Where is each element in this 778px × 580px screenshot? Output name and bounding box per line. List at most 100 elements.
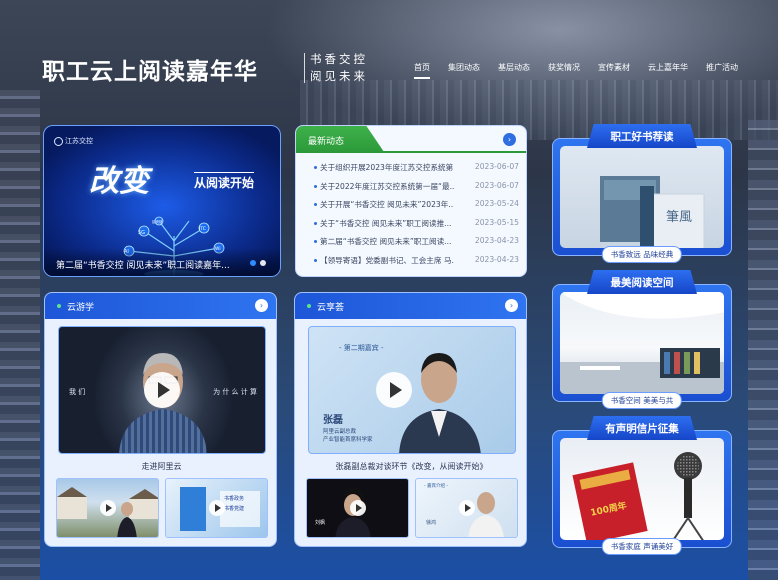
- recommended-books-card[interactable]: 职工好书荐读 筆風 书香致远 品味经典: [552, 124, 732, 264]
- recommended-books-body: 筆風: [552, 138, 732, 256]
- latest-news-panel: 最新动态 › 关于组织开展2023年度江苏交控系统第... 2023-06-07 …: [295, 125, 527, 277]
- news-divider: [296, 151, 526, 153]
- slogan-line-2: 阅见未来: [310, 69, 368, 83]
- carousel-subtitle: 从阅读开始: [194, 172, 255, 191]
- nav-item-carnival[interactable]: 云上嘉年华: [639, 62, 697, 79]
- nav-item-materials[interactable]: 宣传素材: [589, 62, 639, 79]
- play-icon[interactable]: [208, 500, 225, 516]
- video-right-text: 为 什 么 计 算: [213, 388, 257, 396]
- play-icon[interactable]: [376, 372, 412, 408]
- nav-item-awards[interactable]: 获奖情况: [539, 62, 589, 79]
- book-cover-text: 筆風: [666, 210, 693, 225]
- news-list: 关于组织开展2023年度江苏交控系统第... 2023-06-07 关于2022年…: [314, 162, 519, 273]
- yunxianghui-caption[interactable]: 张磊副总裁对谈环节《改变，从阅读开始》: [295, 461, 526, 472]
- carousel-org-label: 江苏交控: [65, 137, 93, 145]
- audio-postcard-caption: 书香家庭 声诵美好: [601, 538, 683, 555]
- news-item[interactable]: 关于开展“书香交控 阅见未来”2023年... 2023-05-24: [314, 199, 519, 218]
- news-date: 2023-06-07: [474, 180, 519, 190]
- thumb-guest-tag: - 嘉宾介绍 -: [424, 484, 449, 489]
- org-seal-icon: [54, 136, 63, 146]
- recommended-books-caption: 书香致远 品味经典: [601, 246, 683, 263]
- news-date: 2023-06-07: [474, 162, 519, 171]
- tree-label-5g: 5G: [138, 230, 145, 236]
- yunxianghui-title: 云享荟: [317, 303, 345, 313]
- news-title[interactable]: 关于“书香交控 阅见未来”职工阅读推...: [314, 218, 454, 237]
- video-left-text: 我 们: [69, 388, 86, 396]
- news-title[interactable]: 第二届“书香交控 阅见未来”职工阅读...: [314, 236, 454, 255]
- microphone-book-illustration: [572, 452, 704, 540]
- thumb-line-1: 书香政务: [224, 496, 245, 502]
- play-icon[interactable]: [458, 500, 475, 516]
- guest-name: 张磊: [323, 415, 343, 426]
- yunxianghui-main-video[interactable]: - 第二期嘉宾 - 张磊 阿里云副总裁 产业智能首席科学家: [308, 326, 516, 454]
- carousel-title: 改变: [89, 164, 149, 199]
- tree-label-blockchain: 区块链: [152, 219, 163, 224]
- guest-role-2: 产业智能首席科学家: [323, 437, 373, 443]
- yunyouxue-title: 云游学: [67, 303, 95, 313]
- news-item[interactable]: 关于2022年度江苏交控系统第一届“最... 2023-06-07: [314, 181, 519, 200]
- news-item[interactable]: 关于组织开展2023年度江苏交控系统第... 2023-06-07: [314, 162, 519, 181]
- news-item[interactable]: 关于“书香交控 阅见未来”职工阅读推... 2023-05-15: [314, 218, 519, 237]
- yunyouxue-thumb-2[interactable]: 书香政务 书香党建: [165, 478, 268, 538]
- recommended-books-title: 职工好书荐读: [587, 124, 697, 148]
- books-illustration: [600, 176, 705, 248]
- slogan-divider: [304, 53, 305, 83]
- play-icon[interactable]: [349, 500, 366, 516]
- news-title[interactable]: 关于2022年度江苏交控系统第一届“最...: [314, 181, 454, 200]
- space-image: [560, 292, 724, 394]
- yunyouxue-more-button[interactable]: ›: [255, 299, 268, 312]
- yunxianghui-thumb-2[interactable]: - 嘉宾介绍 - 徐鸿: [415, 478, 518, 538]
- news-date: 2023-04-23: [474, 236, 519, 245]
- carousel-caption[interactable]: 第二届“书香交控 阅见未来”职工阅读嘉年...: [44, 248, 280, 276]
- audio-postcard-card[interactable]: 有声明信片征集 100周年 书香家庭 声诵美好: [552, 416, 732, 556]
- reading-space-caption: 书香空间 美美与共: [601, 392, 683, 409]
- reading-space-card[interactable]: 最美阅读空间 书香空间 美美与共: [552, 270, 732, 410]
- tree-label-itc: ITC: [199, 226, 206, 232]
- news-date: 2023-04-23: [474, 254, 519, 264]
- play-icon[interactable]: [99, 500, 116, 516]
- slogan: 书香交控 阅见未来: [304, 51, 380, 85]
- bookshelf-right: [748, 120, 778, 580]
- reading-space-body: [552, 284, 732, 402]
- news-date: 2023-05-15: [474, 217, 519, 227]
- news-item[interactable]: 【领导寄语】党委副书记、工会主席 马... 2023-04-23: [314, 255, 519, 274]
- news-more-button[interactable]: ›: [503, 133, 516, 146]
- books-image: 筆風: [560, 146, 724, 248]
- tab-latest-news[interactable]: 最新动态: [296, 126, 384, 152]
- play-icon[interactable]: [144, 372, 180, 408]
- yunxianghui-header: 云享荟 ›: [295, 293, 526, 319]
- main-nav: 首页 集团动态 基层动态 获奖情况 宣传素材 云上嘉年华 推广活动: [405, 62, 747, 79]
- audio-postcard-title: 有声明信片征集: [587, 416, 697, 440]
- audio-postcard-body: 100周年: [552, 430, 732, 548]
- thumb-speaker-name: 刘枫: [315, 520, 326, 526]
- reading-space-title: 最美阅读空间: [587, 270, 697, 294]
- slogan-line-1: 书香交控: [310, 52, 368, 66]
- thumb-guest-name: 徐鸿: [426, 520, 437, 526]
- yunyouxue-caption[interactable]: 走进阿里云: [45, 461, 276, 472]
- yunyouxue-main-video[interactable]: 我 们 为 什 么 计 算: [58, 326, 266, 454]
- site-logo[interactable]: 职工云上阅读嘉年华: [42, 52, 258, 86]
- nav-item-home[interactable]: 首页: [405, 62, 439, 79]
- yunyouxue-header: 云游学 ›: [45, 293, 276, 319]
- header: 职工云上阅读嘉年华 书香交控 阅见未来 首页 集团动态 基层动态 获奖情况 宣传…: [0, 0, 778, 100]
- postcard-image: 100周年: [560, 438, 724, 540]
- yunxianghui-more-button[interactable]: ›: [505, 299, 518, 312]
- news-title[interactable]: 关于开展“书香交控 阅见未来”2023年...: [314, 199, 454, 218]
- yunyouxue-thumb-1[interactable]: [56, 478, 159, 538]
- news-title[interactable]: 【领导寄语】党委副书记、工会主席 马...: [314, 255, 454, 274]
- carousel-dots: [250, 260, 266, 266]
- yunxianghui-panel: 云享荟 › - 第二期嘉宾 - 张磊 阿里云副总裁 产业智能首席科学家 张磊副总…: [294, 292, 527, 547]
- thumb-line-2: 书香党建: [224, 506, 245, 512]
- nav-item-group-news[interactable]: 集团动态: [439, 62, 489, 79]
- carousel-dot-1[interactable]: [250, 260, 256, 266]
- nav-item-promotions[interactable]: 推广活动: [697, 62, 747, 79]
- carousel-org: 江苏交控: [54, 136, 93, 146]
- news-title[interactable]: 关于组织开展2023年度江苏交控系统第...: [314, 162, 454, 181]
- banner-carousel[interactable]: 江苏交控 改变 从阅读开始 5G AI ITC Wi 区块链 第二届“书香交控 …: [43, 125, 281, 277]
- news-item[interactable]: 第二届“书香交控 阅见未来”职工阅读... 2023-04-23: [314, 236, 519, 255]
- reading-room-illustration: [560, 292, 724, 394]
- yunxianghui-thumb-1[interactable]: 刘枫: [306, 478, 409, 538]
- carousel-dot-2[interactable]: [260, 260, 266, 266]
- nav-item-local-news[interactable]: 基层动态: [489, 62, 539, 79]
- news-date: 2023-05-24: [474, 199, 519, 208]
